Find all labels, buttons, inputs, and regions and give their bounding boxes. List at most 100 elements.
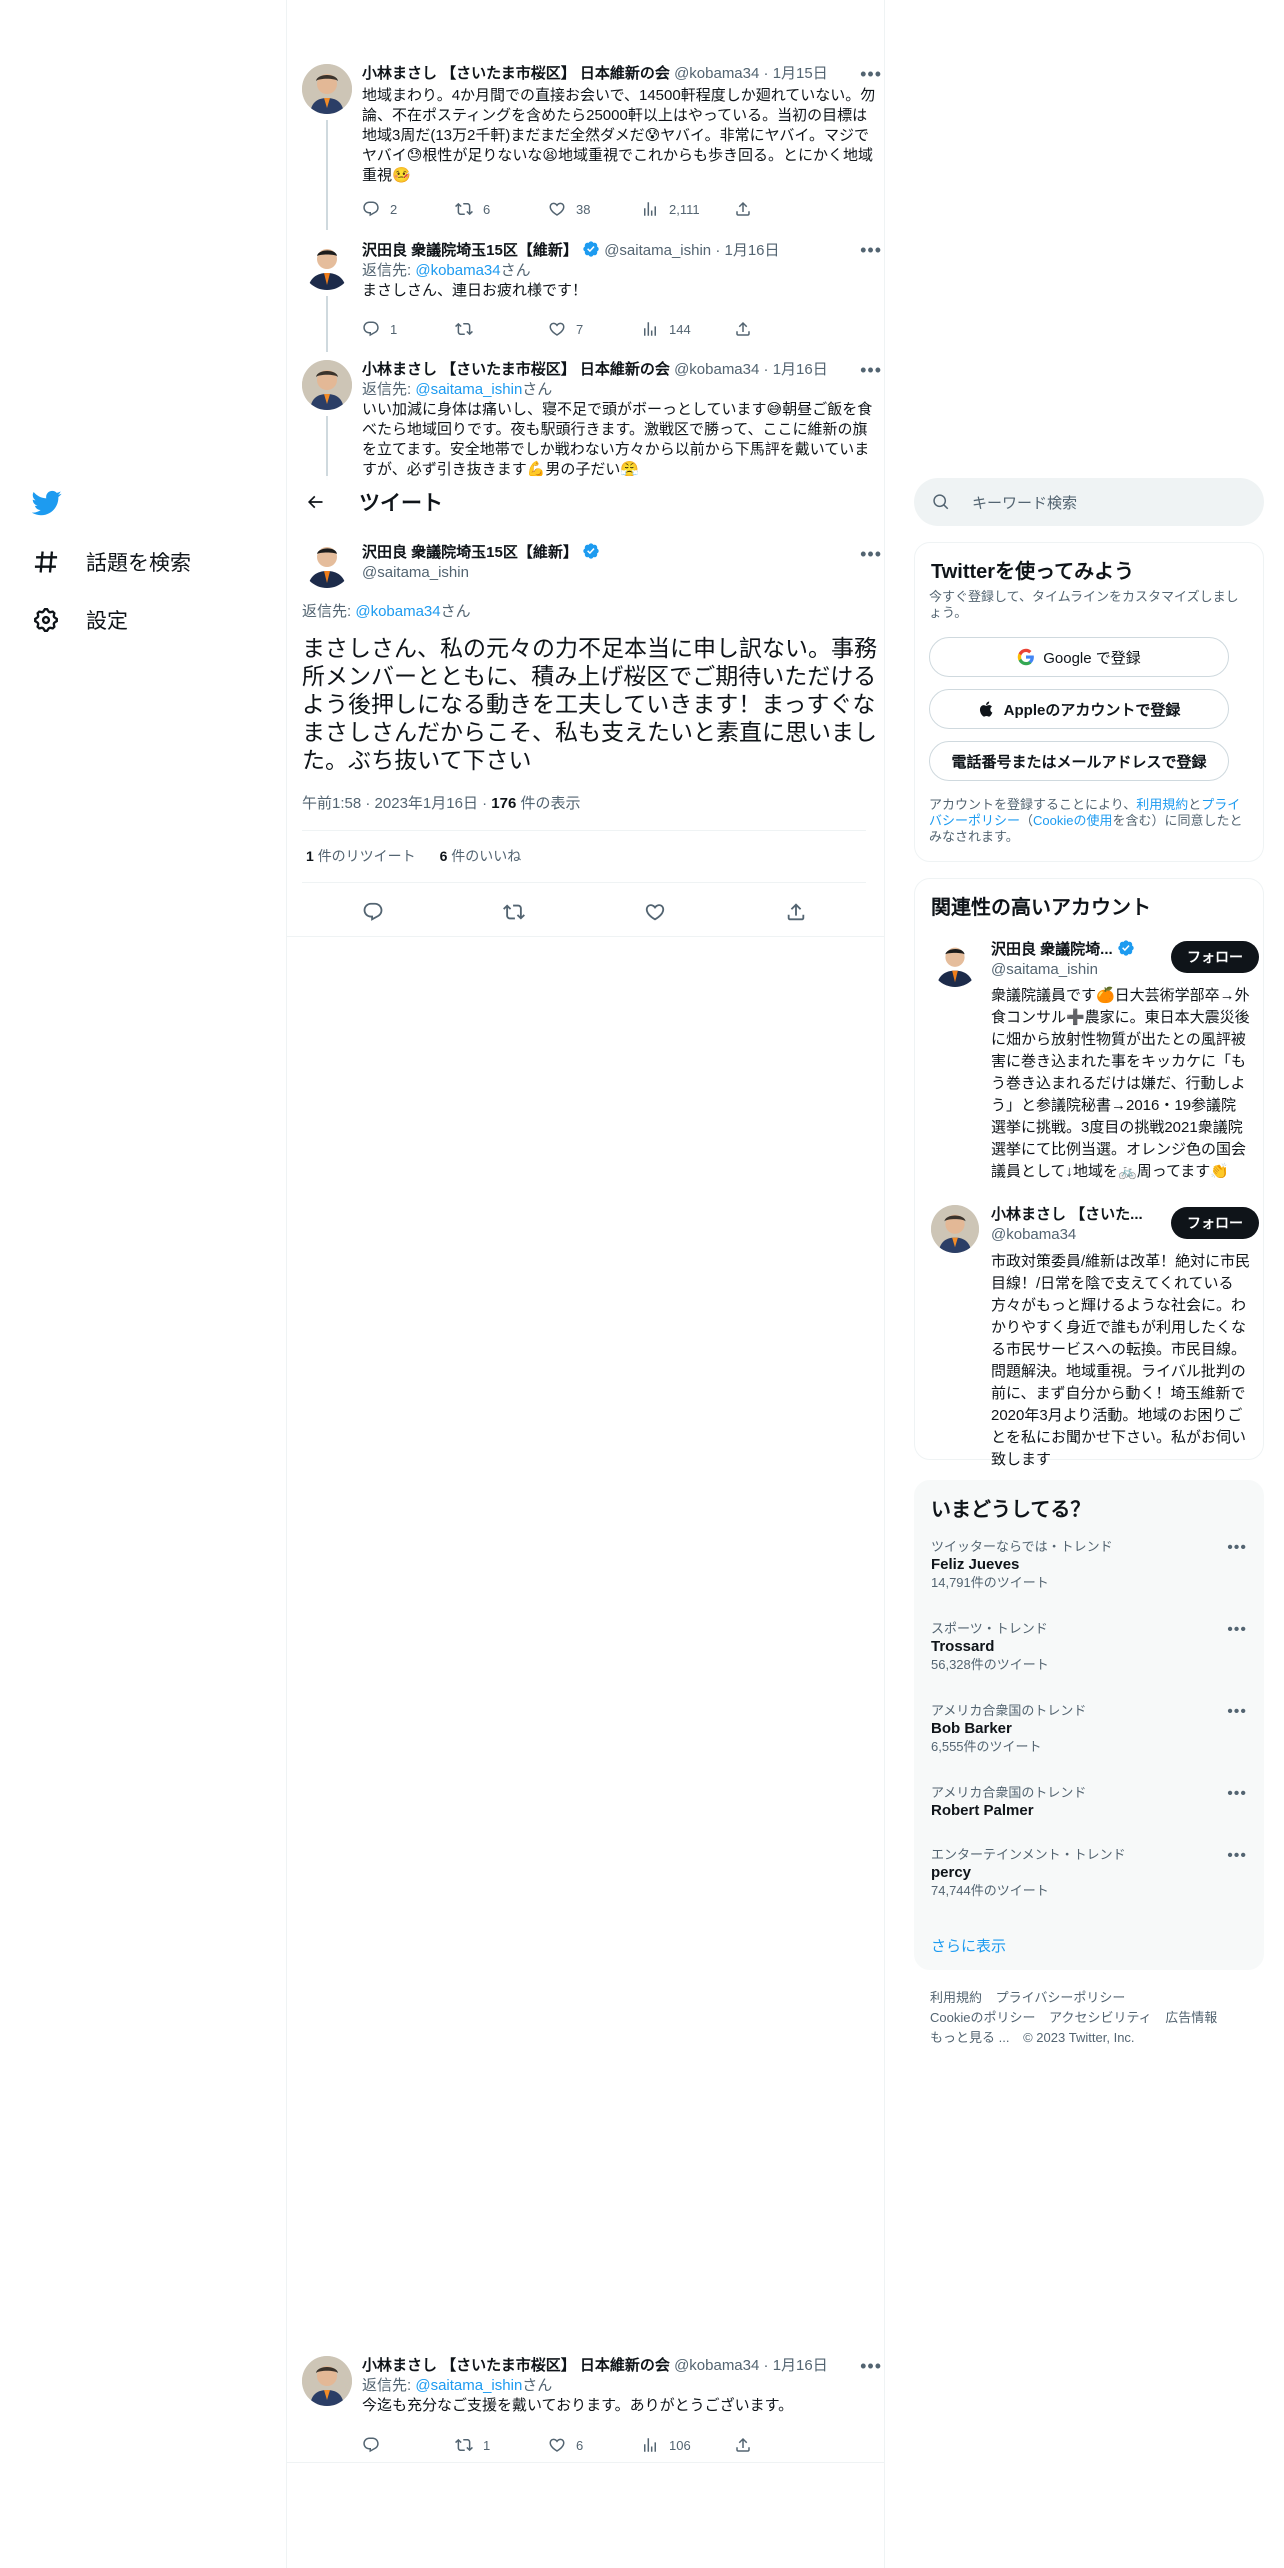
account-name[interactable]: 沢田良 衆議院埼... xyxy=(991,941,1113,958)
avatar[interactable] xyxy=(931,939,979,987)
trend-item[interactable]: エンターテインメント・トレンド percy 74,744件のツイート ••• xyxy=(931,1847,1247,1899)
retweet-button[interactable]: 1 xyxy=(455,2436,548,2454)
tweet-meta: 午前1:58 · 2023年1月16日 · 176 件の表示 xyxy=(302,795,581,812)
account-card[interactable]: 小林まさし 【さいた... @kobama34 フォロー 市政対策委員/維新は改… xyxy=(931,1205,1259,1468)
retweet-button[interactable] xyxy=(455,320,548,338)
display-name[interactable]: 沢田良 衆議院埼玉15区【維新】 xyxy=(362,242,578,259)
more-icon[interactable]: ••• xyxy=(1227,1847,1247,1865)
avatar[interactable] xyxy=(302,64,352,114)
handle[interactable]: @kobama34 xyxy=(674,65,759,82)
handle[interactable]: @saitama_ishin xyxy=(604,242,711,259)
share-button[interactable] xyxy=(734,320,827,338)
trend-item[interactable]: スポーツ・トレンド Trossard 56,328件のツイート ••• xyxy=(931,1621,1247,1673)
heart-icon[interactable] xyxy=(644,901,666,923)
share-button[interactable] xyxy=(734,200,827,218)
twitter-logo[interactable] xyxy=(31,488,62,523)
more-icon[interactable]: ••• xyxy=(1227,1703,1247,1721)
views-button[interactable]: 144 xyxy=(641,320,734,338)
share-icon[interactable] xyxy=(785,901,807,923)
timestamp[interactable]: 1月16日 xyxy=(773,2357,828,2374)
display-name[interactable]: 小林まさし 【さいたま市桜区】 日本維新の会 xyxy=(362,361,670,378)
retweet-button[interactable]: 6 xyxy=(455,200,548,218)
reply-tweet[interactable]: 小林まさし 【さいたま市桜区】 日本維新の会 @kobama34 · 1月16日… xyxy=(302,2356,882,2456)
views-button[interactable]: 2,111 xyxy=(641,200,734,218)
nav-settings[interactable]: 設定 xyxy=(32,605,128,635)
avatar[interactable] xyxy=(302,538,352,588)
follow-button[interactable]: フォロー xyxy=(1171,941,1259,973)
more-icon[interactable]: ••• xyxy=(860,64,882,85)
handle[interactable]: @kobama34 xyxy=(674,2357,759,2374)
display-name[interactable]: 小林まさし 【さいたま市桜区】 日本維新の会 xyxy=(362,65,670,82)
tweet-time[interactable]: 午前1:58 xyxy=(302,795,361,812)
views-button[interactable]: 106 xyxy=(641,2436,734,2454)
retweet-icon[interactable] xyxy=(502,901,525,923)
search-box[interactable]: キーワード検索 xyxy=(914,478,1264,526)
footer-terms-link[interactable]: 利用規約 xyxy=(930,1990,982,2005)
tweet-actions: 2 6 38 2,111 xyxy=(362,200,827,218)
timestamp[interactable]: 1月15日 xyxy=(773,65,828,82)
divider xyxy=(302,882,866,883)
more-icon[interactable]: ••• xyxy=(860,544,882,565)
more-icon[interactable]: ••• xyxy=(1227,1539,1247,1557)
more-icon[interactable]: ••• xyxy=(1227,1621,1247,1639)
trend-item[interactable]: ツイッターならでは・トレンド Feliz Jueves 14,791件のツイート… xyxy=(931,1539,1247,1591)
like-stat[interactable]: 6 件のいいね xyxy=(440,848,522,864)
arrow-left-icon xyxy=(307,495,323,509)
more-icon[interactable]: ••• xyxy=(860,2356,882,2377)
like-button[interactable]: 7 xyxy=(548,320,641,338)
account-card[interactable]: 沢田良 衆議院埼... @saitama_ishin フォロー 衆議院議員です🍊… xyxy=(931,939,1259,1199)
thread-tweet[interactable]: 小林まさし 【さいたま市桜区】 日本維新の会 @kobama34 · 1月15日… xyxy=(302,64,882,234)
display-name[interactable]: 沢田良 衆議院埼玉15区【維新】 xyxy=(362,544,578,561)
tweet-date[interactable]: 2023年1月16日 xyxy=(375,795,478,812)
display-name[interactable]: 小林まさし 【さいたま市桜区】 日本維新の会 xyxy=(362,2357,670,2374)
more-icon[interactable]: ••• xyxy=(860,240,882,261)
footer-accessibility-link[interactable]: アクセシビリティ xyxy=(1049,2010,1152,2025)
like-button[interactable]: 38 xyxy=(548,200,641,218)
reply-button[interactable] xyxy=(362,2436,455,2454)
avatar[interactable] xyxy=(302,2356,352,2406)
avatar[interactable] xyxy=(931,1205,979,1253)
footer-more-link[interactable]: もっと見る ... xyxy=(930,2030,1009,2045)
reply-button[interactable]: 2 xyxy=(362,200,455,218)
more-icon[interactable]: ••• xyxy=(1227,1785,1247,1803)
show-more-link[interactable]: さらに表示 xyxy=(931,1935,1006,1956)
footer-privacy-link[interactable]: プライバシーポリシー xyxy=(996,1990,1126,2005)
views-count: 176 xyxy=(491,795,517,812)
phone-email-signup-button[interactable]: 電話番号またはメールアドレスで登録 xyxy=(929,741,1229,781)
nav-explore[interactable]: 話題を検索 xyxy=(32,547,191,577)
more-icon[interactable]: ••• xyxy=(860,360,882,381)
back-button[interactable] xyxy=(297,484,333,520)
handle[interactable]: @kobama34 xyxy=(674,361,759,378)
timestamp[interactable]: 1月16日 xyxy=(773,361,828,378)
timestamp[interactable]: 1月16日 xyxy=(725,242,780,259)
reply-icon[interactable] xyxy=(362,901,384,923)
avatar[interactable] xyxy=(302,360,352,410)
google-signup-button[interactable]: Google で登録 xyxy=(929,637,1229,677)
account-name[interactable]: 小林まさし 【さいた... xyxy=(991,1206,1143,1223)
account-handle[interactable]: @kobama34 xyxy=(991,1225,1143,1245)
share-button[interactable] xyxy=(734,2436,827,2454)
footer-cookie-link[interactable]: Cookieのポリシー xyxy=(930,2010,1035,2025)
account-handle[interactable]: @saitama_ishin xyxy=(991,960,1135,980)
avatar[interactable] xyxy=(302,240,352,290)
trend-category: ツイッターならでは・トレンド xyxy=(931,1539,1113,1554)
trend-item[interactable]: アメリカ合衆国のトレンド Bob Barker 6,555件のツイート ••• xyxy=(931,1703,1247,1755)
reply-mention-link[interactable]: @saitama_ishin xyxy=(415,381,522,398)
apple-signup-button[interactable]: Appleのアカウントで登録 xyxy=(929,689,1229,729)
reply-mention-link[interactable]: @kobama34 xyxy=(415,262,500,279)
reply-mention-link[interactable]: @kobama34 xyxy=(355,603,440,620)
trend-item[interactable]: アメリカ合衆国のトレンド Robert Palmer ••• xyxy=(931,1785,1247,1821)
view-count: 106 xyxy=(669,2437,691,2453)
cookie-link[interactable]: Cookieの使用 xyxy=(1033,813,1112,828)
thread-tweet[interactable]: 小林まさし 【さいたま市桜区】 日本維新の会 @kobama34 · 1月16日… xyxy=(302,360,882,480)
like-button[interactable]: 6 xyxy=(548,2436,641,2454)
footer-ads-link[interactable]: 広告情報 xyxy=(1165,2010,1217,2025)
reply-button[interactable]: 1 xyxy=(362,320,455,338)
handle[interactable]: @saitama_ishin xyxy=(362,563,600,583)
thread-tweet[interactable]: 沢田良 衆議院埼玉15区【維新】 @saitama_ishin · 1月16日 … xyxy=(302,240,882,348)
retweet-stat[interactable]: 1 件のリツイート xyxy=(306,848,416,864)
terms-link[interactable]: 利用規約 xyxy=(1136,797,1188,812)
reply-mention-link[interactable]: @saitama_ishin xyxy=(415,2377,522,2394)
follow-button[interactable]: フォロー xyxy=(1171,1207,1259,1239)
trend-name: Feliz Jueves xyxy=(931,1556,1020,1573)
